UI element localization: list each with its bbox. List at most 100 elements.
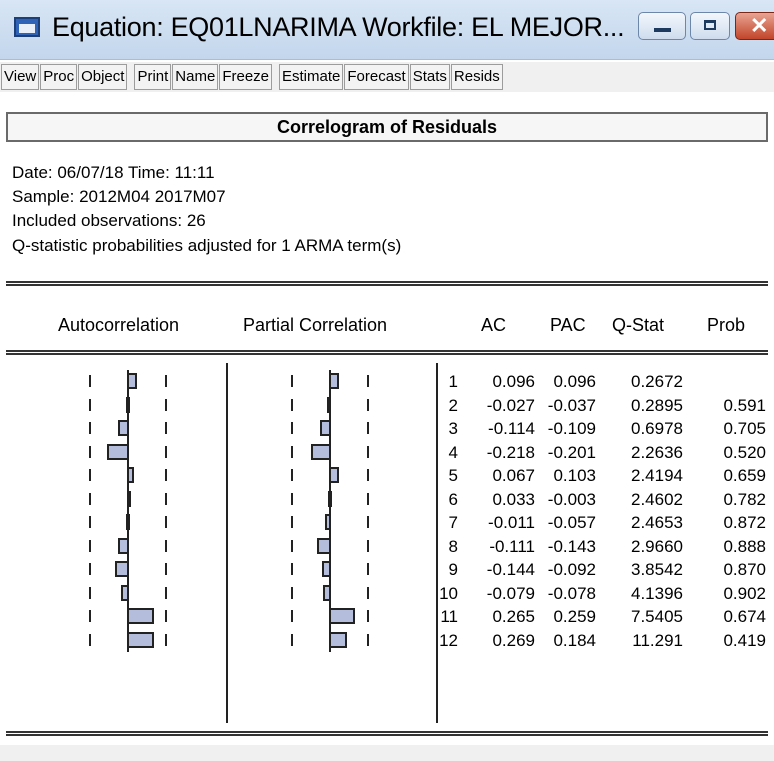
acf-confidence-tick [89, 539, 91, 552]
acf-confidence-tick [165, 422, 167, 434]
acf-bar [126, 396, 130, 413]
acf-bar [127, 467, 134, 483]
pacf-confidence-tick [367, 539, 369, 552]
resids-button[interactable]: Resids [450, 64, 503, 90]
qstat-cell: 2.9660 [631, 536, 683, 556]
pacf-confidence-tick [367, 516, 369, 528]
pacf-bar [323, 584, 331, 601]
pacf-confidence-tick [291, 422, 293, 434]
acf-bar [127, 490, 131, 507]
correlogram-bars [0, 363, 430, 723]
pacf-confidence-tick [367, 445, 369, 458]
acf-confidence-tick [89, 469, 91, 481]
qstat-cell: 0.2895 [631, 395, 683, 415]
qstat-cell: 2.4602 [631, 489, 683, 509]
pacf-bar [329, 467, 340, 483]
pac-cell: 0.103 [553, 466, 596, 485]
prob-cell: 0.872 [723, 513, 766, 532]
acf-bar [121, 584, 129, 601]
lag-cell: 8 [448, 536, 458, 556]
title-bar[interactable]: Equation: EQ01LNARIMA Workfile: EL MEJOR… [0, 0, 774, 60]
stats-button[interactable]: Stats [409, 64, 450, 90]
minimize-icon [654, 28, 671, 32]
pacf-bar [321, 561, 331, 577]
pacf-confidence-tick [291, 469, 293, 481]
acf-confidence-tick [165, 516, 167, 528]
info-observations-line: Included observations: 26 [12, 211, 206, 230]
freeze-button[interactable]: Freeze [219, 64, 272, 90]
acf-bar [126, 514, 130, 530]
print-button[interactable]: Print [134, 64, 172, 90]
acf-confidence-tick [165, 633, 167, 646]
acf-confidence-tick [89, 586, 91, 599]
acf-bar [117, 537, 129, 554]
prob-cell: 0.591 [723, 395, 766, 415]
maximize-button[interactable] [690, 12, 730, 40]
acf-bar [107, 443, 129, 460]
pacf-confidence-tick [291, 586, 293, 599]
minimize-button[interactable] [638, 12, 686, 40]
qstat-cell: 2.2636 [631, 442, 683, 462]
pacf-confidence-tick [291, 375, 293, 387]
forecast-button[interactable]: Forecast [344, 64, 409, 90]
acf-confidence-tick [89, 633, 91, 646]
pacf-bar [329, 373, 339, 389]
proc-button[interactable]: Proc [40, 64, 78, 90]
col-prob: Prob [707, 315, 746, 335]
info-qstat-note-line: Q-statistic probabilities adjusted for 1… [12, 236, 402, 255]
pacf-bar [329, 608, 355, 624]
acf-confidence-tick [165, 492, 167, 505]
pacf-bar [329, 631, 348, 648]
qstat-cell: 2.4653 [631, 513, 683, 532]
acf-confidence-tick [165, 469, 167, 481]
qstat-cell: 11.291 [632, 630, 683, 650]
acf-confidence-tick [89, 563, 91, 575]
pacf-confidence-tick [291, 516, 293, 528]
acf-confidence-tick [89, 445, 91, 458]
pac-cell: -0.057 [547, 513, 596, 532]
pac-cell: 0.259 [553, 607, 596, 626]
pacf-confidence-tick [367, 375, 369, 387]
maximize-icon [704, 20, 716, 30]
window-title: Equation: EQ01LNARIMA Workfile: EL MEJOR… [52, 12, 625, 42]
info-date-line: Date: 06/07/18 Time: 11:11 [12, 163, 215, 182]
col-pac: PAC [550, 315, 586, 335]
pacf-confidence-tick [291, 539, 293, 552]
pac-cell: 0.096 [553, 372, 596, 391]
acf-confidence-tick [165, 398, 167, 411]
name-button[interactable]: Name [172, 64, 219, 90]
pac-cell: -0.109 [547, 419, 596, 438]
panel-divider [226, 363, 228, 723]
acf-confidence-tick [165, 539, 167, 552]
acf-confidence-tick [89, 398, 91, 411]
pacf-confidence-tick [367, 469, 369, 481]
prob-cell: 0.659 [723, 466, 766, 485]
object-button[interactable]: Object [78, 64, 128, 90]
prob-cell: 0.888 [723, 536, 766, 556]
lag-cell: 9 [448, 560, 458, 579]
acf-bar [117, 420, 129, 436]
pac-cell: -0.092 [547, 560, 596, 579]
pac-cell: -0.143 [547, 536, 596, 556]
pacf-confidence-tick [291, 492, 293, 505]
pacf-confidence-tick [367, 398, 369, 411]
lag-cell: 3 [448, 419, 458, 438]
acf-confidence-tick [89, 610, 91, 622]
acf-bar [127, 631, 154, 648]
col-ac: AC [481, 315, 507, 335]
lag-cell: 6 [448, 489, 458, 509]
pac-cell: 0.184 [553, 630, 596, 650]
acf-confidence-tick [89, 516, 91, 528]
table-header-rule [6, 350, 768, 355]
close-button[interactable]: ✕ [735, 12, 774, 40]
qstat-cell: 7.5405 [631, 607, 683, 626]
pacf-confidence-tick [367, 586, 369, 599]
pacf-confidence-tick [291, 445, 293, 458]
estimate-button[interactable]: Estimate [279, 64, 344, 90]
view-button[interactable]: View [1, 64, 40, 90]
acf-confidence-tick [165, 445, 167, 458]
pacf-bar [328, 490, 332, 507]
qstat-cell: 0.2672 [631, 372, 683, 391]
lag-cell: 5 [448, 466, 458, 485]
col-partial-correlation: Partial Correlation [243, 315, 388, 335]
